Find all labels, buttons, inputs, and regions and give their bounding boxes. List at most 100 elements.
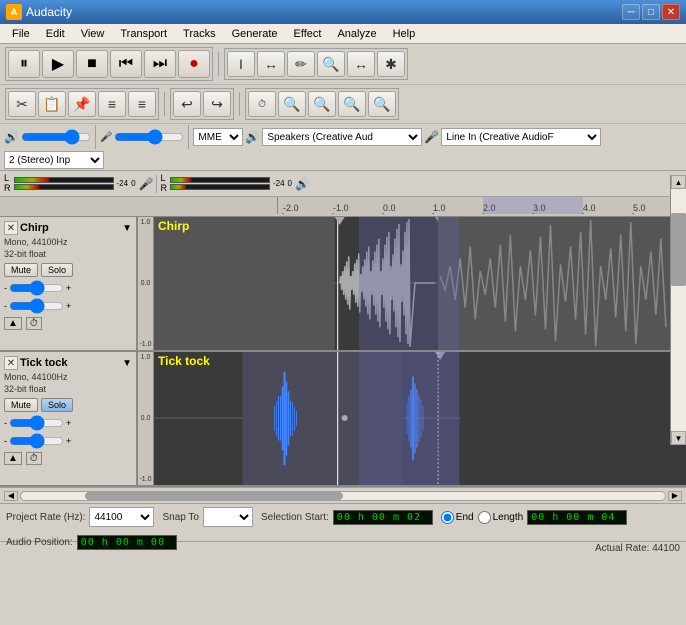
zoom-section: ⏱ 🔍 🔍 🔍 🔍 [245,88,399,120]
track-ticktock-gain-slider[interactable] [9,416,64,430]
app-icon: A [6,4,22,20]
ruler-scale: -2.0 -1.0 0.0 1.0 2.0 3.0 4.0 5.0 6.0 7.… [278,197,686,214]
zoom-in-button[interactable]: ⏱ [248,91,276,117]
sep4 [95,125,96,149]
menu-analyze[interactable]: Analyze [329,26,384,42]
menu-edit[interactable]: Edit [38,26,73,42]
track-chirp-waveform[interactable]: 1.0 0.0 -1.0 Chirp [138,217,686,350]
end-radio[interactable] [441,511,454,524]
svg-text:5.0: 5.0 [633,203,646,213]
close-button[interactable]: ✕ [662,4,680,20]
record-button[interactable]: ● [178,50,210,78]
host-select[interactable]: MME [193,128,243,146]
zoom-toggle-button[interactable]: 🔍 [368,91,396,117]
snap-to-select[interactable] [203,507,253,527]
track-ticktock-collapse[interactable]: ▲ [4,452,22,465]
track-ticktock-solo[interactable]: Solo [41,398,73,412]
track-ticktock-gain-min: - [4,418,7,428]
track-ticktock-gain-max: + [66,418,71,428]
length-radio[interactable] [478,511,491,524]
track-chirp-mute[interactable]: Mute [4,263,38,277]
hscroll-thumb[interactable] [85,492,343,500]
zoom-tool[interactable]: 🔍 [317,51,345,77]
playback-volume-slider[interactable] [21,129,91,145]
silence-button[interactable]: ≡ [128,91,156,117]
menu-file[interactable]: File [4,26,38,42]
selection-end-input[interactable] [527,510,627,525]
vertical-scrollbar[interactable]: ▲ ▼ [670,175,686,445]
end-length-group: End Length [441,510,627,525]
scroll-right[interactable]: ▶ [668,491,682,501]
audio-position-input[interactable] [77,535,177,550]
input-device-select[interactable]: Line In (Creative AudioF [441,128,601,146]
title-text: Audacity [26,5,622,19]
maximize-button[interactable]: □ [642,4,660,20]
vscroll-track[interactable] [671,189,686,431]
db-label-neg24: -24 [117,179,129,188]
scroll-up[interactable]: ▲ [671,175,686,189]
lr-label: LR [4,174,11,194]
end-radio-label[interactable]: End [441,511,474,524]
zoom-out-button[interactable]: 🔍 [308,91,336,117]
timeshift-tool[interactable]: ↔ [347,51,375,77]
vscroll-thumb[interactable] [671,213,686,286]
track-ticktock-mute[interactable]: Mute [4,398,38,412]
hscroll-track[interactable] [20,491,666,501]
undo-button[interactable]: ↩ [173,91,201,117]
track-chirp-solo[interactable]: Solo [41,263,73,277]
zoom-track-button[interactable]: 🔍 [338,91,366,117]
sep2 [164,92,165,116]
minimize-button[interactable]: ─ [622,4,640,20]
track-chirp-pan-slider[interactable] [9,299,64,313]
track-ticktock: ✕ Tick tock ▼ Mono, 44100Hz 32-bit float… [0,352,686,487]
sep3 [239,92,240,116]
selection-start-label: Selection Start: [261,512,329,523]
selection-start-input[interactable] [333,510,433,525]
menu-view[interactable]: View [73,26,113,42]
track-ticktock-menu-icon[interactable]: ⏱ [26,452,42,465]
track-ticktock-pan-min: - [4,436,7,446]
track-chirp-collapse[interactable]: ▲ [4,317,22,330]
draw-tool[interactable]: ✏ [287,51,315,77]
track-chirp-menu-icon[interactable]: ⏱ [26,317,42,330]
track-chirp-close[interactable]: ✕ [4,221,18,235]
redo-button[interactable]: ↪ [203,91,231,117]
envelope-tool[interactable]: ↔ [257,51,285,77]
menu-effect[interactable]: Effect [286,26,330,42]
track-ticktock-pan-slider[interactable] [9,434,64,448]
scroll-left[interactable]: ◀ [4,491,18,501]
length-radio-label[interactable]: Length [478,511,524,524]
scroll-down[interactable]: ▼ [671,431,686,445]
workspace: ✕ Chirp ▼ Mono, 44100Hz 32-bit float Mut… [0,217,686,487]
project-rate-select[interactable]: 44100 [89,507,154,527]
menu-transport[interactable]: Transport [112,26,175,42]
track-chirp: ✕ Chirp ▼ Mono, 44100Hz 32-bit float Mut… [0,217,686,352]
track-chirp-controls: Mute Solo [4,263,132,277]
record-volume-slider[interactable] [114,129,184,145]
paste-button[interactable]: 📌 [68,91,96,117]
pause-button[interactable]: ⏸ [8,50,40,78]
trim-button[interactable]: ≡ [98,91,126,117]
zoom-fit-button[interactable]: 🔍 [278,91,306,117]
cut-button[interactable]: ✂ [8,91,36,117]
track-ticktock-dropdown[interactable]: ▼ [122,358,132,369]
copy-button[interactable]: 📋 [38,91,66,117]
stop-button[interactable]: ■ [76,50,108,78]
ibeam-tool[interactable]: I [227,51,255,77]
multi-tool[interactable]: ✱ [377,51,405,77]
track-chirp-dropdown[interactable]: ▼ [122,223,132,234]
rewind-button[interactable]: ⏮ [110,50,142,78]
output-device-select[interactable]: Speakers (Creative Aud [262,128,422,146]
track-chirp-gain-slider[interactable] [9,281,64,295]
track-ticktock-waveform[interactable]: 1.0 0.0 -1.0 Tick tock [138,352,686,485]
track-chirp-gain: - + [4,281,132,295]
menu-help[interactable]: Help [385,26,424,42]
track-chirp-gain-min: - [4,283,7,293]
menu-generate[interactable]: Generate [224,26,286,42]
mixer-toolbar: 🔊 🎤 MME 🔊 Speakers (Creative Aud 🎤 Line … [0,124,686,170]
forward-button[interactable]: ⏭ [144,50,176,78]
channel-select[interactable]: 2 (Stereo) Inp [4,151,104,169]
play-button[interactable]: ▶ [42,50,74,78]
track-ticktock-close[interactable]: ✕ [4,356,18,370]
menu-tracks[interactable]: Tracks [175,26,224,42]
